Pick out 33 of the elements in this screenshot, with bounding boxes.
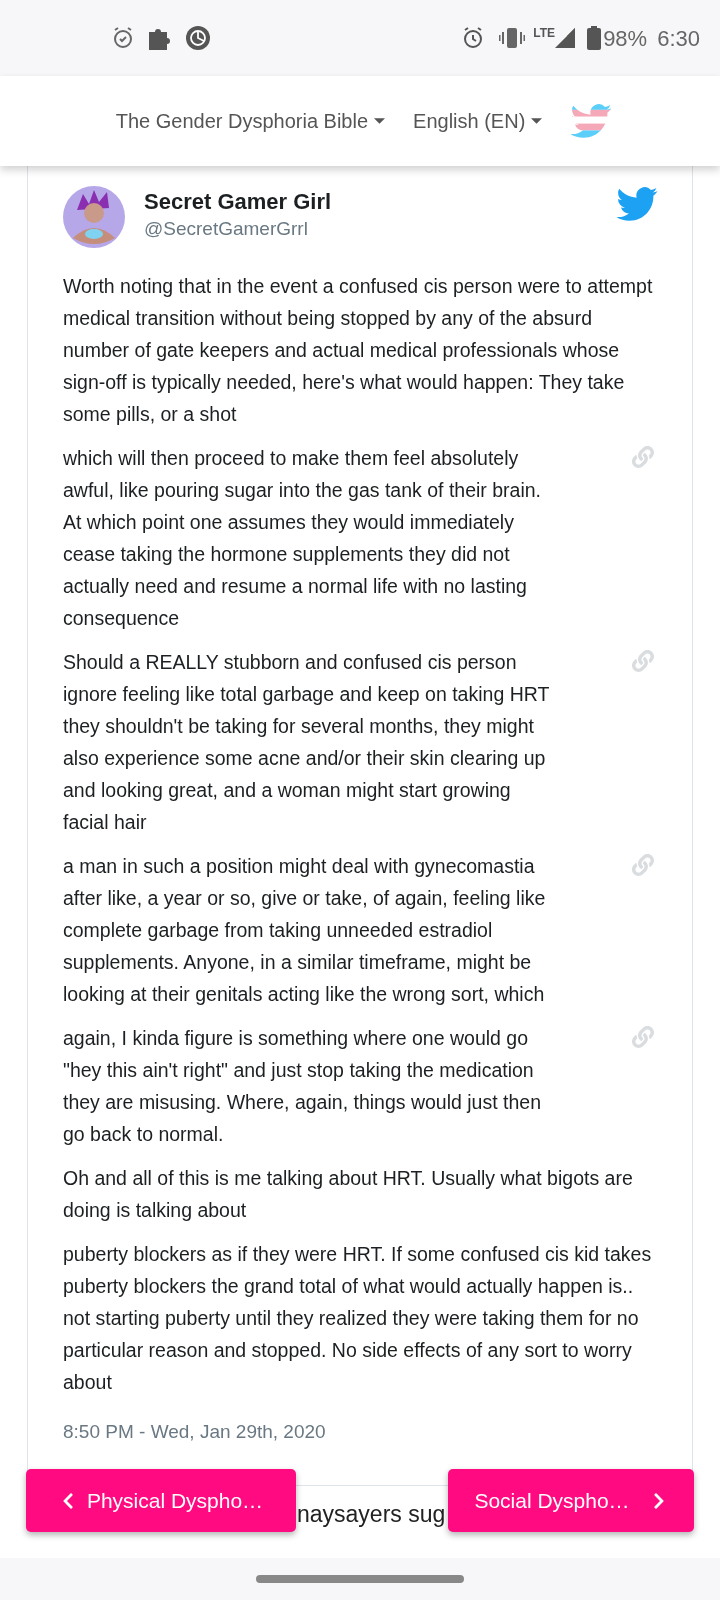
dropdown-menu[interactable]: English (EN) [413, 106, 543, 136]
tweet-paragraph: Oh and all of this is me talking about HRT. Usually what bigots are doing is talking about [63, 1166, 634, 1223]
twitter-bird-icon[interactable] [616, 186, 658, 222]
vibrate-icon [499, 27, 526, 49]
author-handle: @SecretGamerGrrl [144, 217, 309, 241]
tweet-paragraph: which will then proceed to make them feel absolutely awful, like pouring sugar into the gas tank of their brain. At which point one assumes they would immediately cease taking the hormone supplements they did not actually need and resume a normal life with no lasting consequence [63, 446, 543, 631]
next-page-button[interactable]: Social Dyspho… [448, 1469, 694, 1532]
circle-logo-icon [185, 25, 211, 51]
article-text: naysayers sug [297, 1499, 446, 1529]
tweet-paragraph: Should a REALLY stubborn and confused cis person ignore feeling like total garbage and keep on taking HRT they shouldn't be taking for several months, they might also experience some acne and/or their skin clearing up and looking great, and a woman might start growing facial hair [63, 650, 551, 835]
caret-icon [531, 118, 543, 124]
network-type: LTE [533, 25, 556, 42]
clock-time: 6:30 [657, 24, 700, 53]
tweet-paragraph: puberty blockers as if they were HRT. If some confused cis kid takes puberty blockers the grand total of what would actually happen is.. not starting puberty until they realized they were taking them for no particular reason and stopped. No side effects of any sort to worry about [63, 1242, 653, 1395]
author-name: Secret Gamer Girl [144, 188, 332, 216]
battery-percentage: 98% [603, 24, 648, 53]
home-indicator[interactable] [256, 1575, 464, 1583]
link-icon[interactable] [632, 446, 654, 468]
trans-flag-bird-icon[interactable] [570, 103, 613, 139]
battery-icon [587, 26, 602, 50]
link-icon[interactable] [632, 650, 654, 672]
link-icon[interactable] [632, 1026, 654, 1048]
previous-page-button[interactable]: Physical Dyspho… [26, 1469, 296, 1532]
dropdown-menu[interactable]: The Gender Dysphoria Bible [115, 106, 386, 136]
tweet-paragraph: Worth noting that in the event a confused cis person were to attempt medical transition without being stopped by any of the absurd number of gate keepers and actual medical professionals whose sign-off is typically needed, here's what would happen: They take some pills, or a shot [63, 274, 654, 427]
tweet-paragraph: a man in such a position might deal with gynecomastia after like, a year or so, give or take, of again, feeling like complete garbage from taking unneeded estradiol supplements. Anyone, in a similar timeframe, might be looking at their genitals acting like the wrong sort, which [63, 854, 547, 1007]
link-icon[interactable] [632, 854, 654, 876]
tweet-paragraph: again, I kinda figure is something where one would go "hey this ain't right" and just stop taking the medication they are misusing. Where, again, things would just then go back to normal. [63, 1026, 542, 1147]
avatar [63, 186, 125, 248]
tweet-timestamp: 8:50 PM - Wed, Jan 29th, 2020 [63, 1420, 327, 1444]
alarm-check-icon [111, 26, 135, 50]
caret-icon [374, 118, 386, 124]
signal-icon [555, 28, 576, 48]
